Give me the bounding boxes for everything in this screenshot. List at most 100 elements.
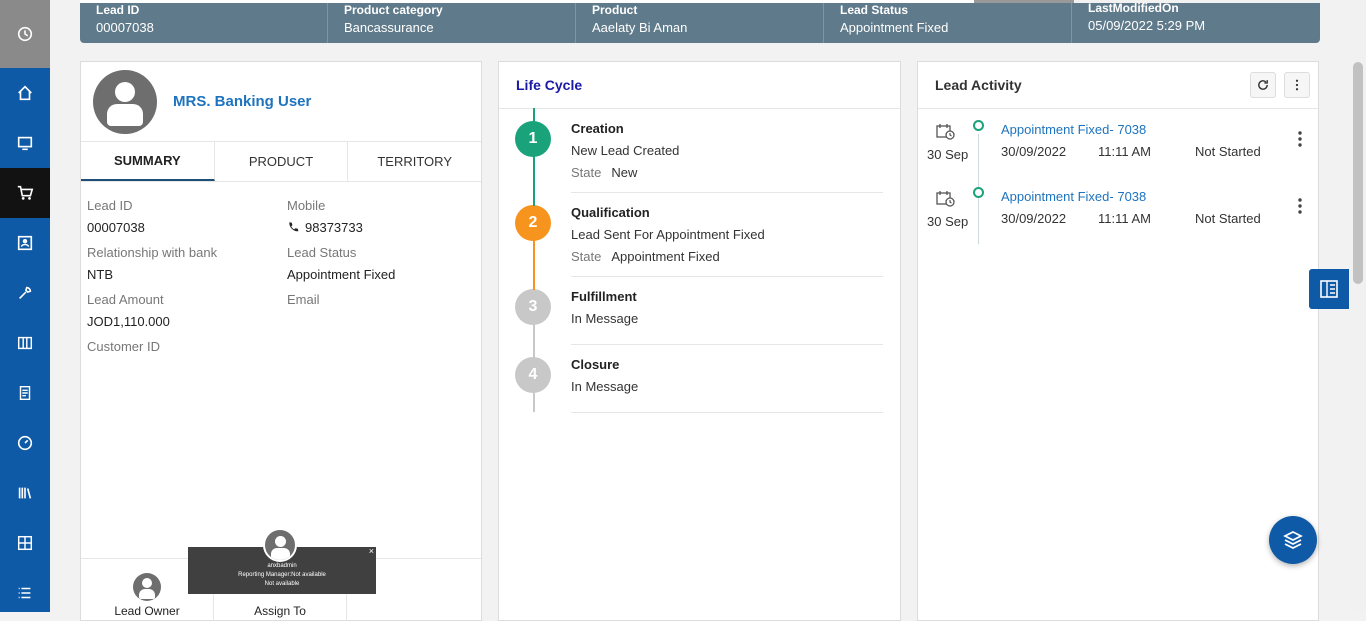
more-vertical-icon[interactable] [1298,131,1302,147]
layout-panel-icon [1320,280,1338,298]
stage-number: 2 [515,205,551,241]
cart-icon [17,185,34,200]
tooltip-user: anxbadmin [267,563,297,569]
tab-territory[interactable]: TERRITORY [348,142,481,181]
activity-status: Not Started [1195,144,1261,159]
lead-owner-label: Lead Owner [114,604,180,618]
sidebar-item-grid[interactable] [0,518,50,568]
header-value: 00007038 [96,20,154,35]
field-label: Mobile [287,198,326,213]
field-label: Lead Status [287,245,357,260]
sidebar-item-history[interactable] [0,0,50,68]
stage-name: Closure [571,357,620,372]
sidebar-item-monitor[interactable] [0,118,50,168]
field-lead-id: Lead ID 00007038 [87,198,287,235]
field-value: 98373733 [305,219,363,235]
stage-desc: In Message [571,379,639,394]
activity-actions [1242,72,1310,98]
activity-status: Not Started [1195,211,1261,226]
phone-icon[interactable] [287,221,299,233]
sidebar-item-library[interactable] [0,468,50,518]
header-value: 05/09/2022 5:29 PM [1088,18,1206,33]
header-lead-id: Lead ID 00007038 [80,3,328,43]
stage-closure: 4 Closure In Message [515,345,883,413]
list-icon [18,587,31,599]
dashboard-icon [17,435,33,451]
field-value: 00007038 [87,219,145,235]
lead-header: Lead ID 00007038 Product category Bancassu… [80,1,1320,43]
field-value: JOD1,110.000 [87,313,170,329]
state-value: Appointment Fixed [611,249,720,264]
owner-avatar [133,573,161,601]
activity-header: Lead Activity [918,62,1318,109]
layout-toggle-button[interactable] [1309,269,1349,309]
tooltip-manager: Reporting Manager:Not available [238,572,326,578]
header-label: Product category [344,3,443,17]
monitor-icon [17,136,33,151]
stage-state: State Appointment Fixed [571,249,883,264]
sidebar-item-cart[interactable] [0,168,50,218]
connector [533,156,535,206]
tooltip-extra: Not available [264,581,300,587]
profile-tabs: SUMMARY PRODUCT TERRITORY [81,142,481,182]
field-label: Email [287,292,320,307]
stage-desc: New Lead Created [571,143,680,158]
page-scrollbar[interactable] [1350,0,1366,612]
header-lead-status: Lead Status Appointment Fixed [824,3,1072,43]
field-lead-status: Lead Status Appointment Fixed [287,245,477,282]
tab-summary[interactable]: SUMMARY [81,142,215,181]
document-icon [19,385,31,401]
customer-name[interactable]: MRS. Banking User [173,93,311,110]
state-value: New [611,165,638,180]
stage-name: Creation [571,121,624,136]
state-label: State [571,165,602,180]
tab-product[interactable]: PRODUCT [215,142,349,181]
field-label: Lead Amount [87,292,164,307]
stage-qualification: 2 Qualification Lead Sent For Appointmen… [515,193,883,277]
stage-name: Qualification [571,205,650,220]
more-vertical-icon[interactable] [1298,198,1302,214]
connector [533,324,535,358]
close-icon[interactable]: × [369,547,374,556]
sidebar-item-tools[interactable] [0,268,50,318]
profile-header: MRS. Banking User [81,62,481,142]
more-button[interactable] [1284,72,1310,98]
calendar-clock-icon [936,124,955,140]
scrollbar-thumb[interactable] [1353,62,1363,284]
calendar-clock-icon [936,191,955,207]
sidebar-item-columns[interactable] [0,318,50,368]
activity-time: 11:11 AM [1098,144,1151,159]
summary-fields: Lead ID 00007038 Mobile 98373733 Relations… [81,182,481,376]
assign-to-label: Assign To [254,604,306,618]
activity-item: 30 Sep Appointment Fixed- 7038 30/09/202… [918,176,1318,243]
field-label: Relationship with bank [87,245,218,260]
contact-card-icon [17,235,33,251]
lifecycle-stages: 1 Creation New Lead Created State New 2 Q… [499,109,900,413]
header-value: Appointment Fixed [840,20,949,35]
sidebar-item-dashboard[interactable] [0,418,50,468]
activity-date: 30 Sep [927,147,969,162]
layers-icon [1283,531,1303,549]
field-relationship: Relationship with bank NTB [87,245,287,282]
stage-desc: In Message [571,311,639,326]
activity-item: 30 Sep Appointment Fixed- 7038 30/09/202… [918,109,1318,176]
activity-full-date: 30/09/2022 [1001,144,1067,159]
activity-title-link[interactable]: Appointment Fixed- 7038 [1001,189,1146,204]
sidebar-item-home[interactable] [0,68,50,118]
library-icon [18,487,32,499]
sidebar-item-contact[interactable] [0,218,50,268]
activity-panel: Lead Activity 30 Sep Appointment Fixed- … [917,61,1319,621]
activity-time: 11:11 AM [1098,211,1151,226]
sidebar-item-list[interactable] [0,568,50,618]
stage-name: Fulfillment [571,289,637,304]
wrench-icon [19,286,32,299]
refresh-button[interactable] [1250,72,1276,98]
timeline-dot [973,187,984,198]
layers-fab-button[interactable] [1269,516,1317,564]
sidebar-item-document[interactable] [0,368,50,418]
header-value: Aaelaty Bi Aman [592,20,688,35]
connector [533,108,535,122]
field-lead-amount: Lead Amount JOD1,110.000 [87,292,287,329]
activity-title-link[interactable]: Appointment Fixed- 7038 [1001,122,1146,137]
field-mobile: Mobile 98373733 [287,198,477,235]
